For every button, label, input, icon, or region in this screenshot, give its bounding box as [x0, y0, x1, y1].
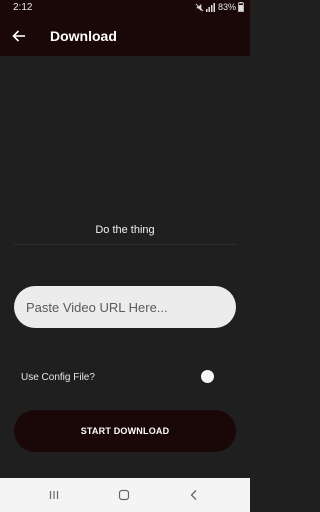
battery-icon [238, 2, 244, 12]
config-file-toggle[interactable] [196, 368, 218, 384]
home-icon [118, 489, 130, 501]
config-file-label: Use Config File? [21, 372, 95, 383]
back-button[interactable] [8, 25, 30, 47]
toggle-knob [200, 369, 214, 383]
signal-icon [205, 2, 215, 12]
recent-apps-icon [49, 491, 59, 499]
page-title: Download [50, 28, 117, 44]
mute-icon [195, 3, 204, 11]
divider [14, 244, 236, 245]
system-back-button[interactable] [184, 486, 204, 504]
back-icon [190, 490, 197, 500]
app-bar: Download [0, 16, 250, 56]
battery-percent: 83% [217, 2, 236, 12]
back-arrow-icon [12, 30, 25, 42]
status-icons: 83% [195, 2, 244, 12]
system-nav-bar [0, 478, 250, 512]
status-time: 2:12 [13, 2, 33, 13]
status-bar: 2:12 83% [0, 0, 250, 16]
recent-apps-button[interactable] [44, 486, 64, 504]
headline-text: Do the thing [95, 224, 155, 236]
home-button[interactable] [114, 486, 134, 504]
start-download-button[interactable]: START DOWNLOAD [14, 410, 236, 452]
video-url-input[interactable] [14, 286, 236, 328]
